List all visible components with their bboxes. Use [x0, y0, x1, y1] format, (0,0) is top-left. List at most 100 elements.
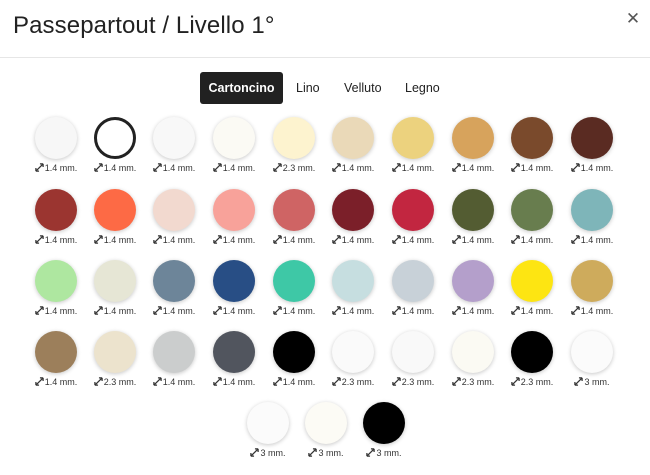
color-swatch[interactable]: 1.4 mm.: [24, 260, 88, 320]
swatch-circle[interactable]: [153, 117, 195, 159]
swatch-circle[interactable]: [511, 260, 553, 302]
color-swatch[interactable]: 1.4 mm.: [142, 260, 206, 320]
swatch-circle[interactable]: [452, 331, 494, 373]
thickness-value: 1.4 mm.: [282, 377, 316, 387]
swatch-thickness-label: 1.4 mm.: [500, 306, 564, 316]
swatch-circle[interactable]: [511, 189, 553, 231]
color-swatch[interactable]: 1.4 mm.: [142, 189, 206, 249]
swatch-circle[interactable]: [332, 189, 374, 231]
swatch-circle[interactable]: [35, 117, 77, 159]
color-swatch[interactable]: 1.4 mm.: [500, 260, 564, 320]
swatch-circle[interactable]: [35, 260, 77, 302]
color-swatch[interactable]: 1.4 mm.: [381, 189, 445, 249]
color-swatch[interactable]: 1.4 mm.: [142, 117, 206, 177]
swatch-circle[interactable]: [273, 117, 315, 159]
swatch-circle[interactable]: [213, 331, 255, 373]
color-swatch[interactable]: 1.4 mm.: [24, 189, 88, 249]
close-icon[interactable]: ✕: [624, 10, 642, 28]
swatch-circle[interactable]: [511, 117, 553, 159]
color-swatch[interactable]: 1.4 mm.: [560, 117, 624, 177]
color-swatch[interactable]: 1.4 mm.: [321, 189, 385, 249]
color-swatch[interactable]: 1.4 mm.: [560, 260, 624, 320]
swatch-circle[interactable]: [213, 117, 255, 159]
swatch-circle[interactable]: [35, 331, 77, 373]
swatch-circle[interactable]: [332, 331, 374, 373]
swatch-circle[interactable]: [511, 331, 553, 373]
swatch-thickness-label: 1.4 mm.: [441, 163, 505, 173]
color-swatch[interactable]: 1.4 mm.: [321, 260, 385, 320]
swatch-circle[interactable]: [273, 260, 315, 302]
color-swatch[interactable]: 1.4 mm.: [381, 117, 445, 177]
swatch-circle[interactable]: [571, 189, 613, 231]
swatch-circle[interactable]: [153, 260, 195, 302]
color-swatch[interactable]: 1.4 mm.: [262, 331, 326, 391]
swatch-circle[interactable]: [153, 331, 195, 373]
swatch-circle[interactable]: [94, 260, 136, 302]
color-swatch[interactable]: 2.3 mm.: [381, 331, 445, 391]
swatch-circle[interactable]: [571, 331, 613, 373]
thickness-value: 1.4 mm.: [461, 235, 495, 245]
swatch-circle[interactable]: [35, 189, 77, 231]
color-swatch[interactable]: 1.4 mm.: [441, 189, 505, 249]
color-swatch[interactable]: 1.4 mm.: [321, 117, 385, 177]
swatch-circle[interactable]: [452, 117, 494, 159]
swatch-circle[interactable]: [332, 117, 374, 159]
swatch-circle[interactable]: [94, 189, 136, 231]
swatch-circle[interactable]: [247, 402, 289, 444]
color-swatch[interactable]: 3 mm.: [294, 402, 358, 462]
swatch-circle[interactable]: [332, 260, 374, 302]
color-swatch[interactable]: 1.4 mm.: [83, 189, 147, 249]
color-swatch[interactable]: 1.4 mm.: [441, 260, 505, 320]
color-swatch[interactable]: 2.3 mm.: [441, 331, 505, 391]
swatch-circle[interactable]: [452, 260, 494, 302]
swatch-circle[interactable]: [213, 260, 255, 302]
color-swatch[interactable]: 1.4 mm.: [83, 260, 147, 320]
color-swatch[interactable]: 1.4 mm.: [262, 189, 326, 249]
color-swatch[interactable]: 1.4 mm.: [24, 117, 88, 177]
swatch-circle[interactable]: [452, 189, 494, 231]
color-swatch[interactable]: 1.4 mm.: [441, 117, 505, 177]
color-swatch[interactable]: 2.3 mm.: [500, 331, 564, 391]
color-swatch[interactable]: 3 mm.: [236, 402, 300, 462]
color-swatch[interactable]: 1.4 mm.: [142, 331, 206, 391]
swatch-circle[interactable]: [153, 189, 195, 231]
color-swatch[interactable]: 1.4 mm.: [24, 331, 88, 391]
color-swatch[interactable]: 1.4 mm.: [202, 331, 266, 391]
color-swatch[interactable]: 1.4 mm.: [500, 189, 564, 249]
swatch-thickness-label: 1.4 mm.: [142, 306, 206, 316]
color-swatch[interactable]: 3 mm.: [352, 402, 416, 462]
tab-lino[interactable]: Lino: [296, 72, 320, 104]
color-swatch[interactable]: 1.4 mm.: [202, 189, 266, 249]
swatch-thickness-label: 1.4 mm.: [24, 306, 88, 316]
color-swatch[interactable]: 2.3 mm.: [262, 117, 326, 177]
thickness-arrows-icon: [213, 235, 222, 244]
color-swatch[interactable]: 1.4 mm.: [500, 117, 564, 177]
color-swatch[interactable]: 1.4 mm.: [202, 260, 266, 320]
swatch-circle[interactable]: [392, 189, 434, 231]
swatch-circle[interactable]: [94, 117, 136, 159]
swatch-circle[interactable]: [392, 117, 434, 159]
color-swatch[interactable]: 2.3 mm.: [83, 331, 147, 391]
color-swatch[interactable]: 1.4 mm.: [560, 189, 624, 249]
thickness-arrows-icon: [392, 306, 401, 315]
swatch-circle[interactable]: [571, 117, 613, 159]
color-swatch[interactable]: 1.4 mm.: [381, 260, 445, 320]
swatch-circle[interactable]: [392, 331, 434, 373]
swatch-circle[interactable]: [392, 260, 434, 302]
color-swatch[interactable]: 3 mm.: [560, 331, 624, 391]
tab-velluto[interactable]: Velluto: [344, 72, 382, 104]
swatch-circle[interactable]: [94, 331, 136, 373]
tab-cartoncino[interactable]: Cartoncino: [200, 72, 283, 104]
color-swatch[interactable]: 1.4 mm.: [202, 117, 266, 177]
thickness-arrows-icon: [392, 163, 401, 172]
color-swatch[interactable]: 1.4 mm.: [262, 260, 326, 320]
color-swatch[interactable]: 2.3 mm.: [321, 331, 385, 391]
tab-legno[interactable]: Legno: [405, 72, 440, 104]
swatch-circle[interactable]: [305, 402, 347, 444]
swatch-circle[interactable]: [213, 189, 255, 231]
color-swatch[interactable]: 1.4 mm.: [83, 117, 147, 177]
swatch-circle[interactable]: [273, 189, 315, 231]
swatch-circle[interactable]: [273, 331, 315, 373]
swatch-circle[interactable]: [571, 260, 613, 302]
swatch-circle[interactable]: [363, 402, 405, 444]
